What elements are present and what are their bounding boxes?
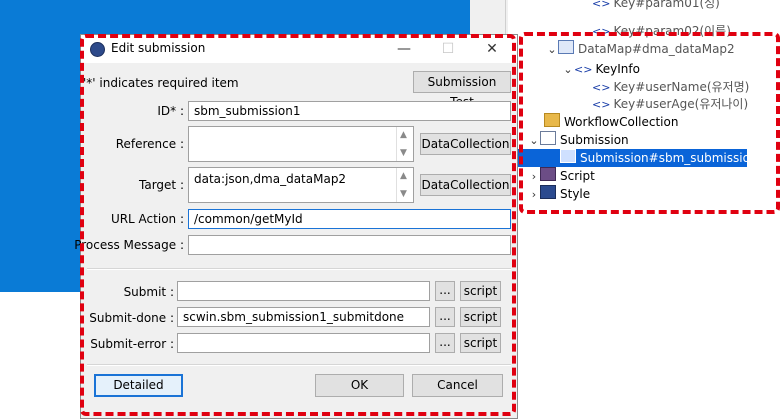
tree-item-sbm-submission1[interactable]: Submission#sbm_submission1 [518,149,765,167]
tree-item-style[interactable]: › Style [528,185,590,203]
style-icon [540,185,556,199]
target-input[interactable]: data:json,dma_dataMap2 ▲ ▼ [188,167,414,203]
cancel-button[interactable]: Cancel [412,374,503,397]
required-note: '*' indicates required item [83,76,239,90]
section-divider-highlight [87,269,511,270]
chevron-down-icon[interactable]: ⌄ [528,132,540,150]
tree-item-datamap[interactable]: ⌄ DataMap#dma_dataMap2 [546,40,735,58]
scroll-down-icon[interactable]: ▼ [400,148,407,158]
scroll-up-icon[interactable]: ▲ [400,130,407,140]
submit-script-button[interactable]: script [460,281,501,301]
target-datacollection-button[interactable]: DataCollection [420,174,511,196]
element-tag-icon: <> [592,0,611,10]
submission-test-button[interactable]: Submission Test [413,71,511,109]
element-tag-icon: <> [592,25,611,38]
submit-error-label: Submit-error : [90,337,174,351]
scroll-up-icon[interactable]: ▲ [400,171,407,181]
chevron-down-icon[interactable]: ⌄ [562,61,574,79]
edit-submission-dialog: Edit submission — ☐ ✕ '*' indicates requ… [74,34,518,419]
submit-done-script-button[interactable]: script [460,307,501,327]
chevron-right-icon[interactable]: › [528,168,540,186]
workflow-icon [544,113,560,127]
submit-error-input[interactable] [177,333,430,353]
element-tag-icon: <> [574,63,593,76]
script-icon [540,167,556,181]
outline-tree: <> Key#param01(성) <> Key#param02(이름) ⌄ Data… [508,0,783,417]
dialog-titlebar[interactable]: Edit submission — ☐ ✕ [81,35,517,63]
dialog-title: Edit submission [111,41,206,55]
scroll-down-icon[interactable]: ▼ [400,189,407,199]
tree-item-userage[interactable]: <> Key#userAge(유저나이) [592,95,748,113]
reference-input[interactable]: ▲ ▼ [188,126,414,162]
app-logo-icon [90,42,105,57]
tree-item-workflowcollection[interactable]: WorkflowCollection [532,113,678,131]
submit-label: Submit : [123,285,174,299]
detailed-button[interactable]: Detailed [94,374,183,397]
submission-item-icon [560,149,576,163]
maximize-icon[interactable]: ☐ [433,38,463,60]
url-action-input[interactable]: /common/getMyId [188,209,511,229]
process-message-input[interactable] [188,235,511,255]
scrollbar[interactable]: ▲ ▼ [396,168,413,202]
ok-button[interactable]: OK [315,374,404,397]
reference-label: Reference : [115,137,184,151]
submission-icon [540,131,556,145]
chevron-down-icon[interactable]: ⌄ [546,41,558,59]
url-action-label: URL Action : [110,212,184,226]
tree-item-keyinfo[interactable]: ⌄<> KeyInfo [562,60,640,78]
process-message-label: Process Message : [74,238,184,252]
element-tag-icon: <> [592,98,611,111]
submit-error-script-button[interactable]: script [460,333,501,353]
target-label: Target : [139,178,184,192]
tree-item-param01[interactable]: <> Key#param01(성) [592,0,720,12]
submit-error-browse-button[interactable]: ... [435,333,455,353]
submit-done-browse-button[interactable]: ... [435,307,455,327]
minimize-icon[interactable]: — [389,38,419,60]
reference-datacollection-button[interactable]: DataCollection [420,133,511,155]
tree-item-script[interactable]: › Script [528,167,595,185]
submit-input[interactable] [177,281,430,301]
submit-done-input[interactable]: scwin.sbm_submission1_submitdone [177,307,430,327]
id-label: ID* : [157,104,184,118]
chevron-right-icon[interactable]: › [528,186,540,204]
footer-divider-highlight [87,365,511,366]
close-icon[interactable]: ✕ [477,38,507,60]
tree-item-username[interactable]: <> Key#userName(유저명) [592,78,749,96]
datamap-icon [558,40,574,54]
submit-browse-button[interactable]: ... [435,281,455,301]
scrollbar[interactable]: ▲ ▼ [396,127,413,161]
tree-item-param02[interactable]: <> Key#param02(이름) [592,22,731,40]
element-tag-icon: <> [592,81,611,94]
id-input[interactable]: sbm_submission1 [188,101,511,121]
submit-done-label: Submit-done : [89,311,174,325]
tree-item-submission[interactable]: ⌄ Submission [528,131,629,149]
